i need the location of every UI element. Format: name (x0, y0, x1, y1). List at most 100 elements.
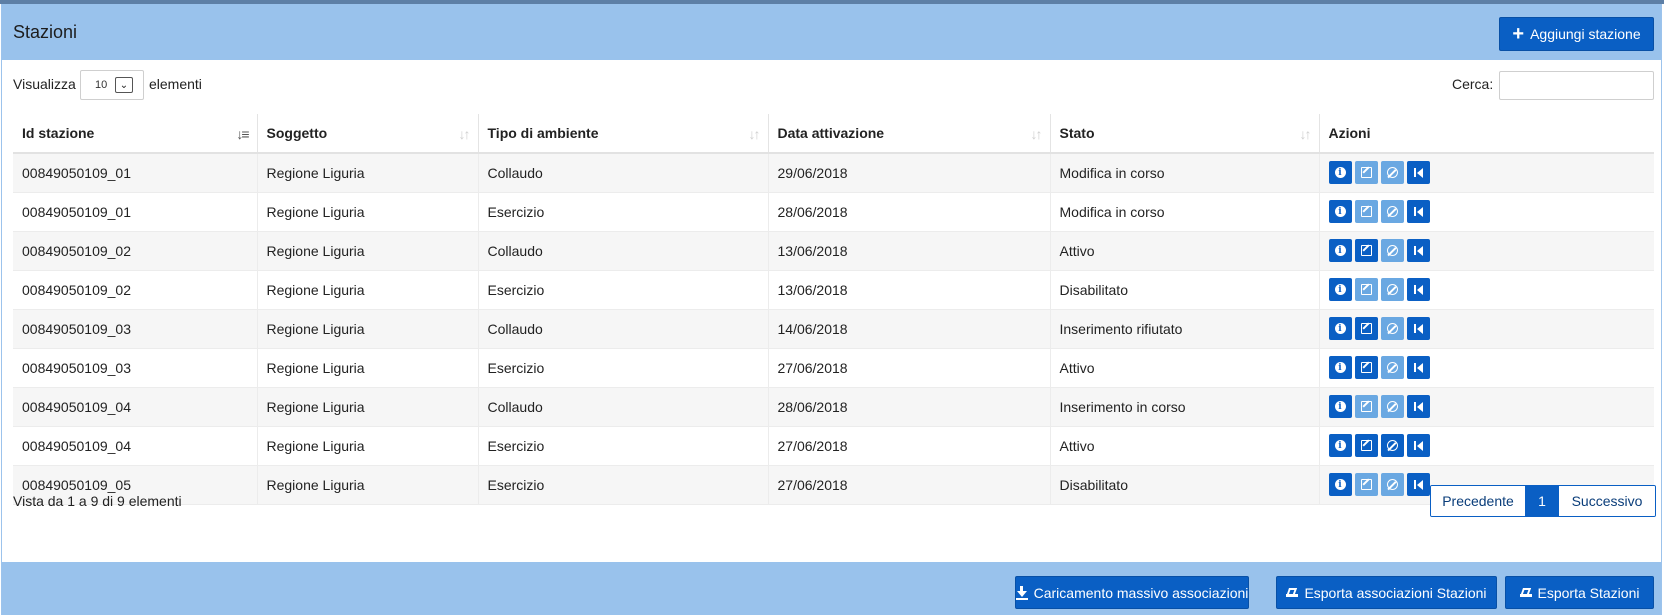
revert-button[interactable] (1406, 356, 1430, 379)
edit-icon (1360, 401, 1372, 412)
ban-icon (1386, 362, 1398, 373)
cell-data: 14/06/2018 (768, 309, 1051, 349)
info-button[interactable]: i (1328, 239, 1352, 262)
cell-actions: i (1319, 387, 1654, 427)
cell-id: 00849050109_03 (13, 309, 258, 349)
column-header-soggetto[interactable]: Soggetto ↓↑ (257, 114, 479, 154)
pagination-page-1[interactable]: 1 (1526, 486, 1559, 516)
disable-button[interactable] (1380, 200, 1404, 223)
edit-button[interactable] (1354, 200, 1378, 223)
sort-asc-icon: ↓≡ (236, 126, 249, 142)
disable-button[interactable] (1380, 395, 1404, 418)
cell-id: 00849050109_02 (13, 231, 258, 271)
column-header-stato[interactable]: Stato ↓↑ (1050, 114, 1320, 154)
cell-soggetto: Regione Liguria (257, 426, 479, 466)
edit-button[interactable] (1354, 278, 1378, 301)
edit-button[interactable] (1354, 434, 1378, 457)
info-icon: i (1334, 479, 1346, 490)
disable-button[interactable] (1380, 278, 1404, 301)
info-button[interactable]: i (1328, 473, 1352, 496)
column-header-tipo[interactable]: Tipo di ambiente ↓↑ (478, 114, 769, 154)
table-header-row: Id stazione ↓≡ Soggetto ↓↑ Tipo di ambient… (13, 114, 1654, 154)
first-page-icon (1413, 401, 1423, 412)
first-page-icon (1413, 362, 1423, 373)
info-icon: i (1334, 206, 1346, 217)
edit-button[interactable] (1354, 395, 1378, 418)
info-button[interactable]: i (1328, 278, 1352, 301)
cell-tipo: Esercizio (478, 426, 769, 466)
bulk-upload-button[interactable]: Caricamento massivo associazioni (1015, 576, 1249, 609)
pagination-previous[interactable]: Precedente (1431, 486, 1526, 516)
page-size-value: 10 (95, 79, 108, 91)
cell-actions: i (1319, 348, 1654, 388)
revert-button[interactable] (1406, 239, 1430, 262)
cell-tipo: Collaudo (478, 153, 769, 193)
cell-actions: i (1319, 309, 1654, 349)
info-button[interactable]: i (1328, 434, 1352, 457)
column-header-data[interactable]: Data attivazione ↓↑ (768, 114, 1051, 154)
revert-button[interactable] (1406, 434, 1430, 457)
info-button[interactable]: i (1328, 356, 1352, 379)
search-input[interactable] (1499, 71, 1654, 100)
revert-button[interactable] (1406, 395, 1430, 418)
edit-icon (1360, 323, 1372, 334)
edit-button[interactable] (1354, 317, 1378, 340)
edit-icon (1360, 440, 1372, 451)
cell-data: 29/06/2018 (768, 153, 1051, 193)
edit-button[interactable] (1354, 473, 1378, 496)
revert-button[interactable] (1406, 161, 1430, 185)
ban-icon (1386, 245, 1398, 256)
cell-soggetto: Regione Liguria (257, 309, 479, 349)
cell-data: 27/06/2018 (768, 426, 1051, 466)
revert-button[interactable] (1406, 278, 1430, 301)
table-row: 00849050109_02 Regione Liguria Collaudo 13/… (13, 231, 1654, 271)
export-associations-label: Esporta associazioni Stazioni (1304, 584, 1487, 601)
ban-icon (1386, 206, 1398, 217)
revert-button[interactable] (1406, 473, 1430, 496)
table-row: 00849050109_04 Regione Liguria Collaudo 28/… (13, 387, 1654, 427)
plus-icon: + (1512, 23, 1525, 45)
disable-button[interactable] (1380, 239, 1404, 262)
export-associations-button[interactable]: Esporta associazioni Stazioni (1276, 576, 1497, 609)
table-row: 00849050109_03 Regione Liguria Esercizio 27… (13, 348, 1654, 388)
export-icon (1519, 588, 1532, 597)
info-button[interactable]: i (1328, 395, 1352, 418)
cell-actions: i (1319, 270, 1654, 310)
search-label: Cerca: (1452, 76, 1494, 92)
edit-icon (1360, 362, 1372, 373)
cell-tipo: Esercizio (478, 348, 769, 388)
disable-button[interactable] (1380, 434, 1404, 457)
info-icon: i (1334, 401, 1346, 412)
cell-tipo: Collaudo (478, 231, 769, 271)
page-size-select[interactable]: 10 ⌄ (80, 70, 144, 100)
revert-button[interactable] (1406, 200, 1430, 223)
disable-button[interactable] (1380, 473, 1404, 496)
column-header-id[interactable]: Id stazione ↓≡ (13, 114, 258, 154)
disable-button[interactable] (1380, 161, 1404, 185)
download-icon (1015, 585, 1028, 600)
edit-button[interactable] (1354, 239, 1378, 262)
export-stations-label: Esporta Stazioni (1537, 584, 1640, 601)
edit-button[interactable] (1354, 161, 1378, 185)
cell-id: 00849050109_04 (13, 426, 258, 466)
chevron-down-icon: ⌄ (115, 77, 133, 93)
info-button[interactable]: i (1328, 200, 1352, 223)
first-page-icon (1413, 206, 1423, 217)
edit-button[interactable] (1354, 356, 1378, 379)
cell-actions: i (1319, 153, 1654, 193)
pagination-next[interactable]: Successivo (1559, 486, 1655, 516)
cell-stato: Modifica in corso (1050, 153, 1320, 193)
table-row: 00849050109_03 Regione Liguria Collaudo 14/… (13, 309, 1654, 349)
info-button[interactable]: i (1328, 317, 1352, 340)
export-stations-button[interactable]: Esporta Stazioni (1505, 576, 1654, 609)
disable-button[interactable] (1380, 317, 1404, 340)
disable-button[interactable] (1380, 356, 1404, 379)
cell-tipo: Esercizio (478, 465, 769, 505)
add-station-button[interactable]: + Aggiungi stazione (1499, 17, 1654, 51)
ban-icon (1386, 167, 1398, 179)
revert-button[interactable] (1406, 317, 1430, 340)
cell-soggetto: Regione Liguria (257, 231, 479, 271)
info-icon: i (1334, 245, 1346, 256)
info-button[interactable]: i (1328, 161, 1352, 185)
cell-tipo: Collaudo (478, 387, 769, 427)
